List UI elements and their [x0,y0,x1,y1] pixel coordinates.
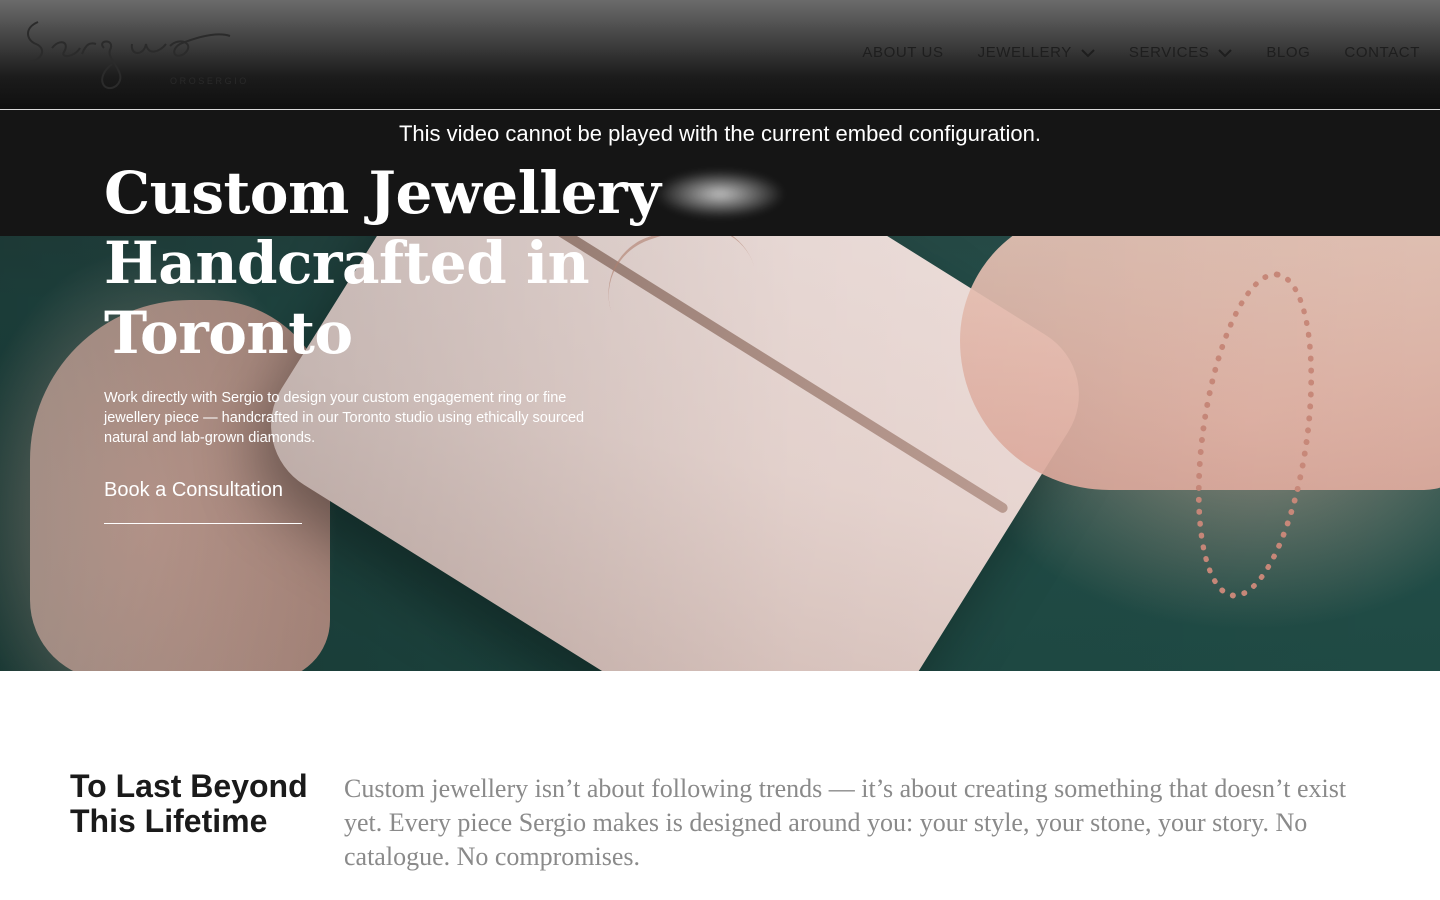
video-error-message: This video cannot be played with the cur… [398,121,1042,146]
nav-about-us[interactable]: ABOUT US [862,44,943,61]
nav-about-us-label: ABOUT US [862,44,944,61]
chevron-down-icon [1081,48,1095,57]
site-header: OROSERGIO ABOUT US JEWELLERY SERVICES BL… [0,0,1440,110]
chevron-down-icon [1218,48,1233,57]
nav-services-label: SERVICES [1128,44,1210,61]
logo[interactable]: OROSERGIO [20,14,246,94]
intro-body: Custom jewellery isn’t about following t… [344,774,1347,871]
intro-heading: To Last Beyond This Lifetime [70,768,308,839]
nav-contact[interactable]: CONTACT [1344,44,1420,61]
nav-jewellery[interactable]: JEWELLERY [978,44,1095,61]
nav-blog-label: BLOG [1266,44,1311,61]
hero-title: Custom Jewellery Handcrafted in Toronto [104,159,661,367]
book-consultation-link[interactable]: Book a Consultation [104,479,302,524]
nav-jewellery-label: JEWELLERY [977,44,1072,61]
hero-description: Work directly with Sergio to design your… [104,390,585,446]
nav-services[interactable]: SERVICES [1128,44,1233,61]
nav-contact-label: CONTACT [1344,44,1420,61]
main-nav: ABOUT US JEWELLERY SERVICES BLOG CONTACT [828,44,1420,61]
logo-subtitle: OROSERGIO [170,76,249,86]
nav-blog[interactable]: BLOG [1266,44,1310,61]
